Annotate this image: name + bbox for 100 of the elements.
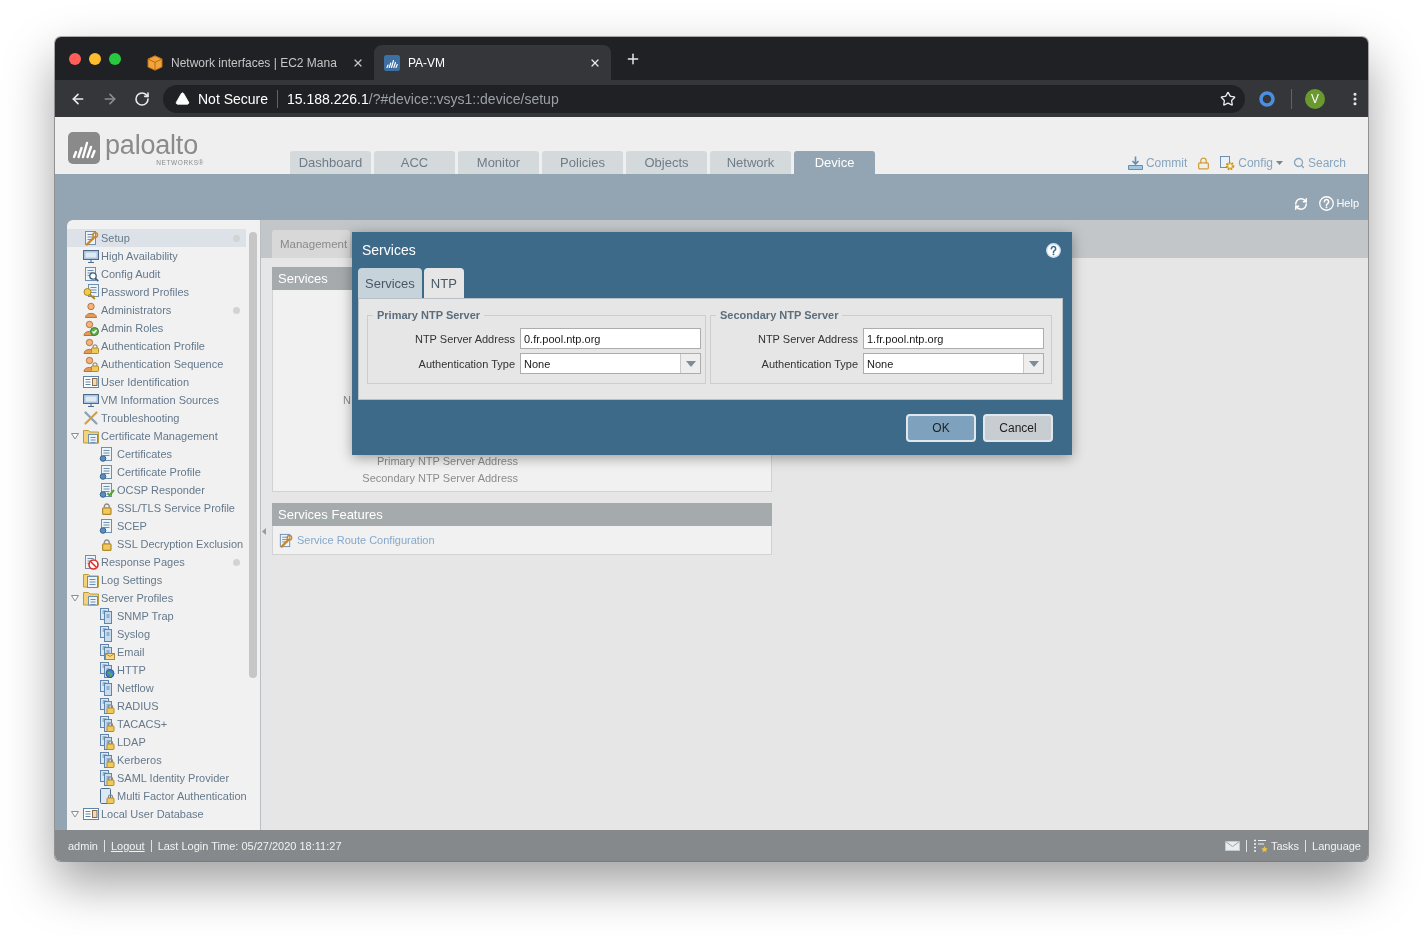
nav-tab[interactable]: Objects <box>626 151 707 174</box>
logout-link[interactable]: Logout <box>110 839 145 852</box>
dialog-tab[interactable]: Services <box>358 268 422 298</box>
profile-button[interactable]: V <box>1305 88 1325 109</box>
search-icon <box>1292 157 1305 169</box>
tasks-button[interactable]: Tasks <box>1252 838 1300 853</box>
server-icon <box>99 680 115 696</box>
sidebar-item[interactable]: Response Pages <box>67 553 246 571</box>
sidebar-item[interactable]: Kerberos <box>67 751 246 769</box>
server-lock-icon <box>99 770 115 786</box>
sidebar-item[interactable]: Certificate Profile <box>67 463 246 481</box>
nav-tab[interactable]: Monitor <box>458 151 539 174</box>
panel-title: Services <box>278 271 328 286</box>
star-icon[interactable] <box>1220 90 1236 107</box>
help-button[interactable]: Help <box>1319 195 1359 211</box>
sidebar-item[interactable]: User Identification <box>67 373 246 391</box>
page-tab[interactable]: Management <box>272 230 351 258</box>
sidebar-item[interactable]: Netflow <box>67 679 246 697</box>
person-check-icon <box>83 320 99 336</box>
window-minimize-icon[interactable] <box>89 52 101 65</box>
nav-tab[interactable]: Dashboard <box>290 151 371 174</box>
sidebar-item[interactable]: Authentication Sequence <box>67 355 246 373</box>
lock-icon[interactable] <box>1197 156 1211 170</box>
nav-tab[interactable]: ACC <box>374 151 455 174</box>
group-legend: Secondary NTP Server <box>716 309 843 321</box>
sidebar-item[interactable]: RADIUS <box>67 697 246 715</box>
refresh-icon[interactable] <box>1294 197 1309 211</box>
sidebar-item[interactable]: Local User Database <box>67 805 246 823</box>
dialog-tab[interactable]: NTP <box>423 268 464 298</box>
wrench-icon <box>83 230 99 246</box>
sidebar-item[interactable]: High Availability <box>67 247 246 265</box>
address-bar[interactable]: Not Secure 15.188.226.1/?#device::vsys1::device/setup <box>163 84 1245 113</box>
task-list-icon <box>1252 838 1269 853</box>
dialog-title: Services <box>362 242 416 258</box>
select-field[interactable]: None <box>520 353 701 374</box>
nav-tab[interactable]: Policies <box>542 151 623 174</box>
logo-text: paloalto <box>105 132 198 159</box>
ring-icon[interactable] <box>1259 90 1275 107</box>
id-card-icon <box>83 806 99 822</box>
field-label: NTP Server Address <box>757 332 858 345</box>
sidebar-item[interactable]: Authentication Profile <box>67 337 246 355</box>
sidebar-item[interactable]: SNMP Trap <box>67 607 246 625</box>
sidebar-item[interactable]: Server Profiles <box>67 589 246 607</box>
sidebar-item[interactable]: Syslog <box>67 625 246 643</box>
caret-icon[interactable] <box>1275 161 1283 165</box>
sidebar-item[interactable]: SSL/TLS Service Profile <box>67 499 246 517</box>
sidebar-item[interactable]: TACACS+ <box>67 715 246 733</box>
sidebar-item[interactable]: SAML Identity Provider <box>67 769 246 787</box>
caret-icon[interactable] <box>71 594 79 602</box>
caret-icon[interactable] <box>71 432 79 440</box>
language-link[interactable]: Language <box>1312 839 1361 852</box>
browser-tab[interactable]: Network interfaces | EC2 Mana <box>137 45 374 80</box>
help-icon[interactable] <box>1046 242 1061 258</box>
sidebar-item[interactable]: Multi Factor Authentication <box>67 787 246 805</box>
tools-icon <box>83 410 99 426</box>
sidebar-item[interactable]: Certificates <box>67 445 246 463</box>
nav-tab[interactable]: Device <box>794 151 875 174</box>
search-button[interactable]: Search <box>1292 156 1346 170</box>
box-icon <box>147 54 163 71</box>
security-label[interactable]: Not Secure <box>198 90 269 107</box>
caret-icon <box>1028 360 1039 367</box>
person-lock-icon <box>83 338 99 354</box>
ok-button[interactable]: OK <box>906 414 976 442</box>
field-label: NTP Server Address <box>414 332 515 345</box>
envelope-icon[interactable] <box>1224 840 1240 851</box>
sidebar-item[interactable]: HTTP <box>67 661 246 679</box>
sidebar-item[interactable]: Email <box>67 643 246 661</box>
sidebar-item[interactable]: Setup <box>67 229 246 247</box>
sidebar-item[interactable]: Certificate Management <box>67 427 246 445</box>
field-label: Authentication Type <box>418 357 515 370</box>
sidebar-item[interactable]: LDAP <box>67 733 246 751</box>
sidebar-item[interactable]: Log Settings <box>67 571 246 589</box>
sidebar-item[interactable]: OCSP Responder <box>67 481 246 499</box>
text-field[interactable]: 0.fr.pool.ntp.org <box>520 328 701 349</box>
cancel-button[interactable]: Cancel <box>983 414 1053 442</box>
monitor-icon <box>83 248 99 264</box>
service-route-link[interactable]: Service Route Configuration <box>297 534 435 546</box>
scrollbar-thumb[interactable] <box>249 232 257 678</box>
commit-button[interactable]: Commit <box>1127 156 1188 170</box>
sidebar-item[interactable]: SSL Decryption Exclusion <box>67 535 246 553</box>
config-button[interactable]: Config <box>1220 155 1283 171</box>
browser-tab[interactable]: PA-VM <box>374 45 611 80</box>
select-field[interactable]: None <box>863 353 1044 374</box>
sidebar-item[interactable]: Troubleshooting <box>67 409 246 427</box>
nav-tab[interactable]: Network <box>710 151 791 174</box>
caret-icon[interactable] <box>71 810 79 818</box>
field-label: Primary NTP Server Address <box>377 454 518 469</box>
text-field[interactable]: 1.fr.pool.ntp.org <box>863 328 1044 349</box>
window-close-icon[interactable] <box>69 52 81 65</box>
sidebar-item[interactable]: Administrators <box>67 301 246 319</box>
sidebar-item[interactable]: SCEP <box>67 517 246 535</box>
reload-icon[interactable] <box>134 90 150 107</box>
window-maximize-icon[interactable] <box>109 52 121 65</box>
certificate-icon <box>99 464 115 480</box>
collapse-arrow-icon[interactable] <box>262 528 266 535</box>
sidebar-item[interactable]: VM Information Sources <box>67 391 246 409</box>
sidebar-item[interactable]: Admin Roles <box>67 319 246 337</box>
sidebar-item[interactable]: Password Profiles <box>67 283 246 301</box>
server-lock-icon <box>99 752 115 768</box>
sidebar-item[interactable]: Config Audit <box>67 265 246 283</box>
